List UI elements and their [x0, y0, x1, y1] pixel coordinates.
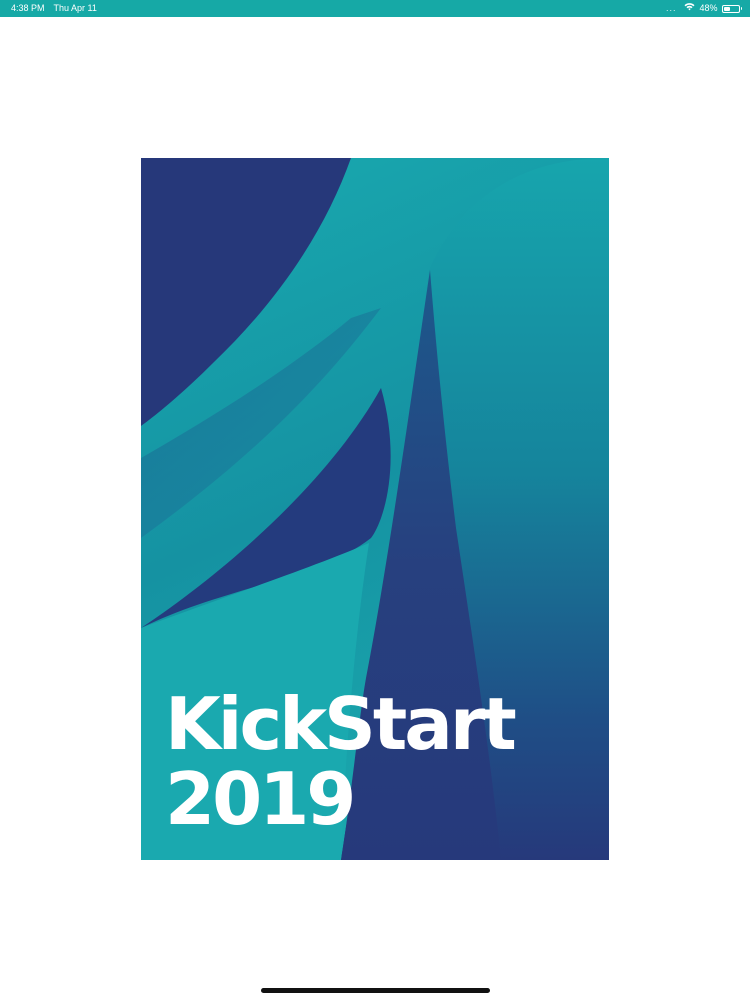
battery-cap	[740, 7, 742, 10]
kickstart-poster: KickStart 2019	[141, 158, 609, 860]
home-indicator[interactable]	[261, 988, 490, 993]
battery-body	[721, 4, 740, 13]
status-right: ... 48%	[666, 0, 742, 17]
status-time: 4:38 PM	[11, 3, 45, 13]
wifi-icon	[684, 0, 695, 17]
status-date: Thu Apr 11	[53, 3, 97, 13]
battery-percent: 48%	[699, 3, 718, 13]
multitasking-dots: ...	[665, 3, 677, 13]
status-bar: 4:38 PM Thu Apr 11 ... 48%	[0, 0, 750, 17]
battery-icon	[721, 4, 742, 13]
status-left: 4:38 PM Thu Apr 11	[11, 0, 106, 17]
poster-year: 2019	[165, 757, 356, 841]
battery-fill	[723, 6, 731, 11]
poster-title: KickStart	[165, 682, 517, 766]
